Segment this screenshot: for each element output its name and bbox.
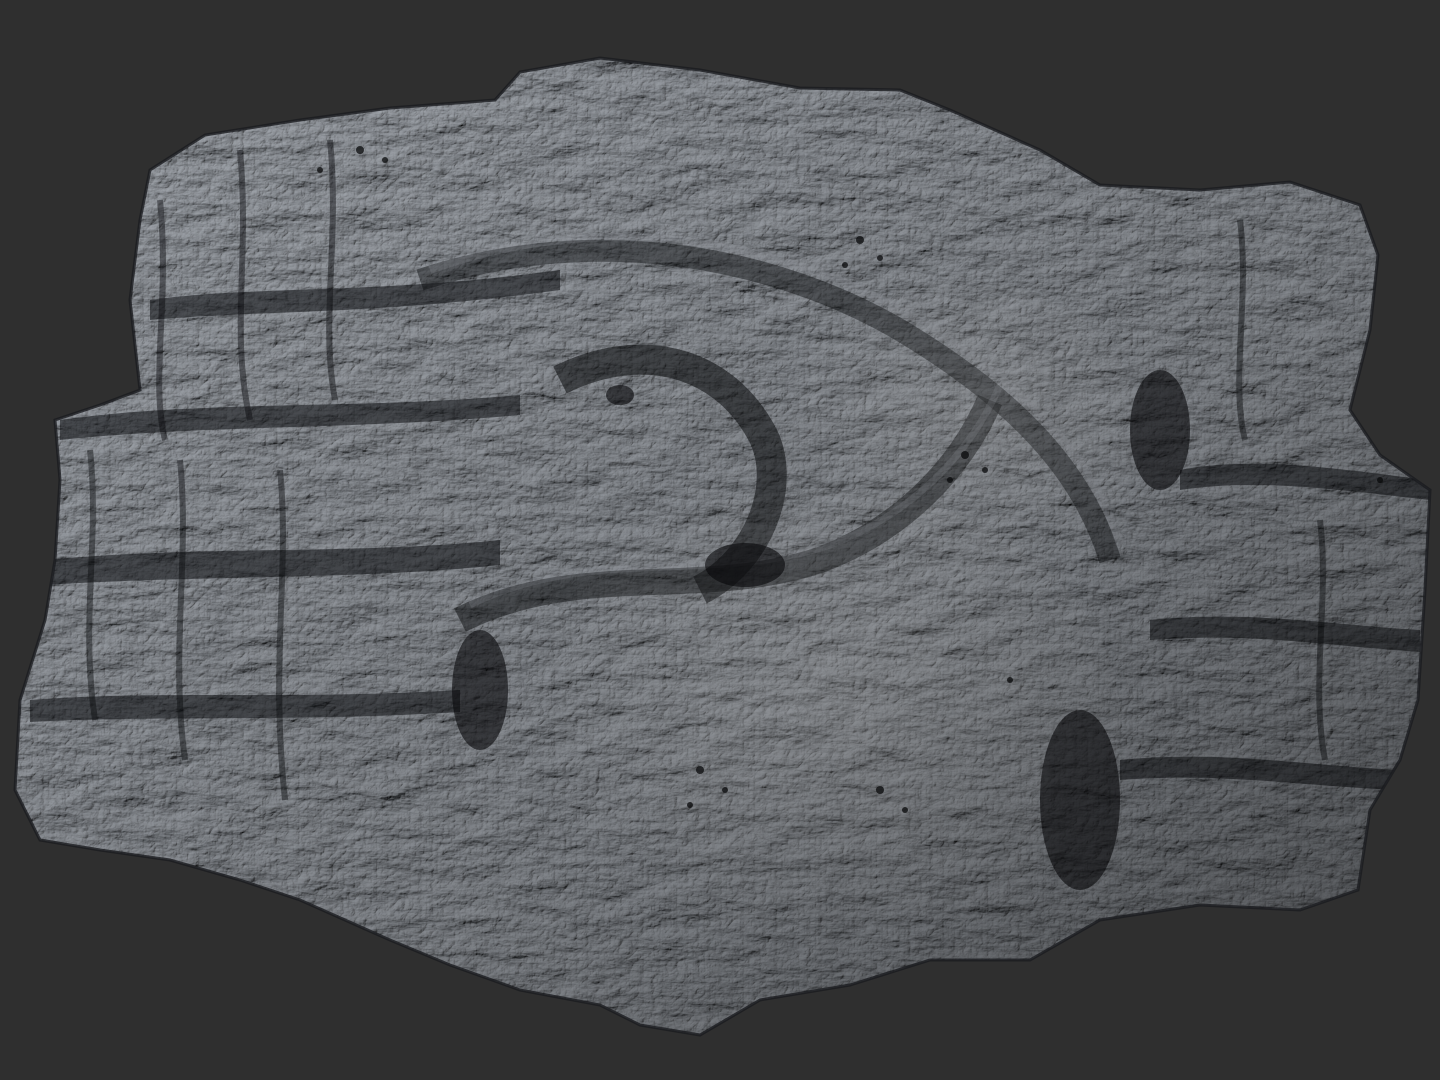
render-viewport (0, 0, 1440, 1080)
rock-mass (13, 56, 1432, 1037)
rock-render (13, 56, 1432, 1037)
